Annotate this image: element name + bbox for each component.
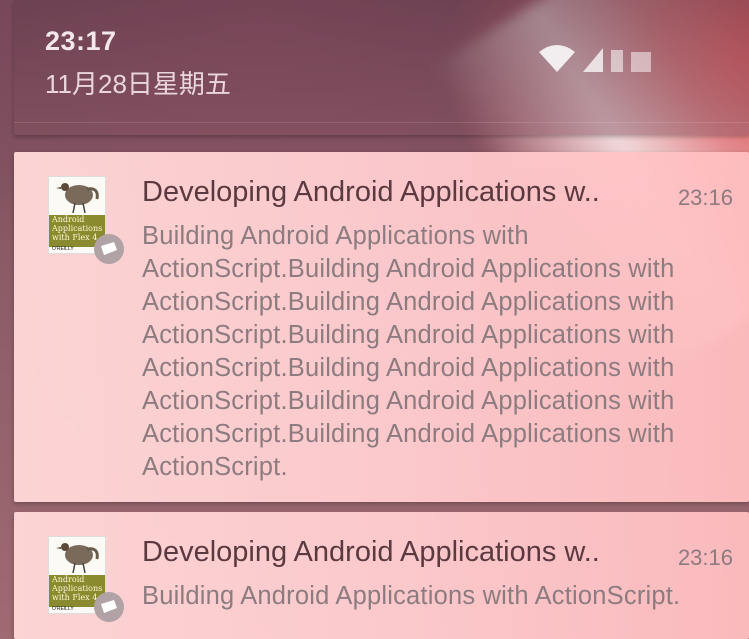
status-header: 23:17 11月28日星期五 <box>14 0 749 135</box>
body-line: ActionScript.Building Android Applicatio… <box>142 387 675 415</box>
publisher-label: O'REILLY <box>52 606 74 612</box>
bird-illustration <box>56 543 99 573</box>
ticket-icon <box>94 592 124 622</box>
date: 11月28日星期五 <box>45 69 231 99</box>
signal-icon <box>583 48 603 72</box>
body-line: ActionScript. <box>142 453 288 481</box>
system-icons <box>539 44 651 72</box>
signal-empty-icon <box>611 50 623 72</box>
cover-title: Android Applications with Flex 4 <box>52 215 103 242</box>
clock: 23:17 <box>45 26 117 56</box>
body-line: ActionScript.Building Android Applicatio… <box>142 255 675 283</box>
publisher-label: O'REILLY <box>52 246 74 252</box>
wifi-icon <box>539 44 575 72</box>
battery-icon <box>631 52 651 72</box>
notification-card[interactable]: Android Applications with Flex 4 O'REILL… <box>14 512 749 639</box>
body-line: ActionScript.Building Android Applicatio… <box>142 354 675 382</box>
notification-body: Building Android Applications with Actio… <box>142 580 737 613</box>
ticket-icon <box>94 234 124 264</box>
body-line: Building Android Applications with Actio… <box>142 582 681 610</box>
notification-title: Developing Android Applications w.. <box>142 536 600 568</box>
notification-time: 23:16 <box>677 545 733 570</box>
body-line: Building Android Applications with <box>142 222 529 250</box>
notification-card[interactable]: Android Applications with Flex 4 O'REILL… <box>14 152 749 502</box>
body-line: ActionScript.Building Android Applicatio… <box>142 420 675 448</box>
bird-illustration <box>56 183 99 213</box>
body-line: ActionScript.Building Android Applicatio… <box>142 321 675 349</box>
body-line: ActionScript.Building Android Applicatio… <box>142 288 675 316</box>
notification-title: Developing Android Applications w.. <box>142 176 600 208</box>
notification-time: 23:16 <box>677 185 733 210</box>
notification-body: Building Android Applications with Actio… <box>142 220 737 484</box>
